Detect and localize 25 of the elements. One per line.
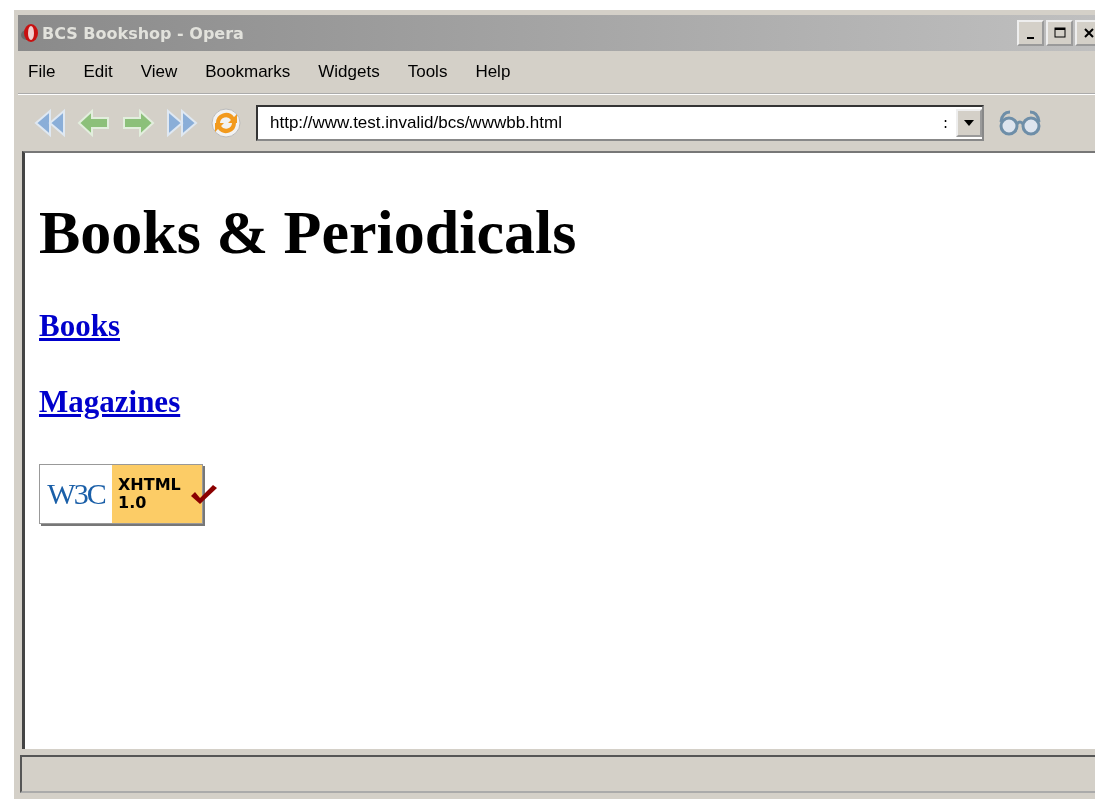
glasses-icon[interactable] [998,108,1042,138]
heading-link[interactable]: Magazines [39,383,181,419]
menu-item[interactable]: Tools [407,62,460,82]
heading-link[interactable]: Books [39,308,120,344]
badge-version: 1.0 [118,493,148,512]
page-heading: Books & Periodicals [39,197,578,268]
maximize-button[interactable] [1046,20,1073,46]
url-text: http://www.test.invalid/bcs/wwwbb.html [269,113,563,133]
close-button[interactable] [1075,20,1095,46]
window-title: BCS Bookshop - Opera [42,23,244,43]
menu-item[interactable]: File [28,62,68,82]
caret-icon [964,120,974,126]
minimize-icon [1027,37,1034,39]
menu-item[interactable]: Widgets [318,62,392,82]
badge-label: XHTML [118,476,182,494]
menu-item[interactable]: Help [475,62,523,82]
dropdown-button[interactable] [956,109,982,137]
opera-logo-icon [20,22,40,44]
menu-item[interactable]: Bookmarks [205,62,303,82]
menu-item[interactable]: View [140,62,190,82]
menu-item[interactable]: Edit [83,62,125,82]
address-field[interactable]: http://www.test.invalid/bcs/wwwbb.html : [256,105,984,141]
address-suffix: : [942,114,948,132]
maximize-icon [1051,26,1068,40]
reload-icon[interactable] [208,105,244,141]
